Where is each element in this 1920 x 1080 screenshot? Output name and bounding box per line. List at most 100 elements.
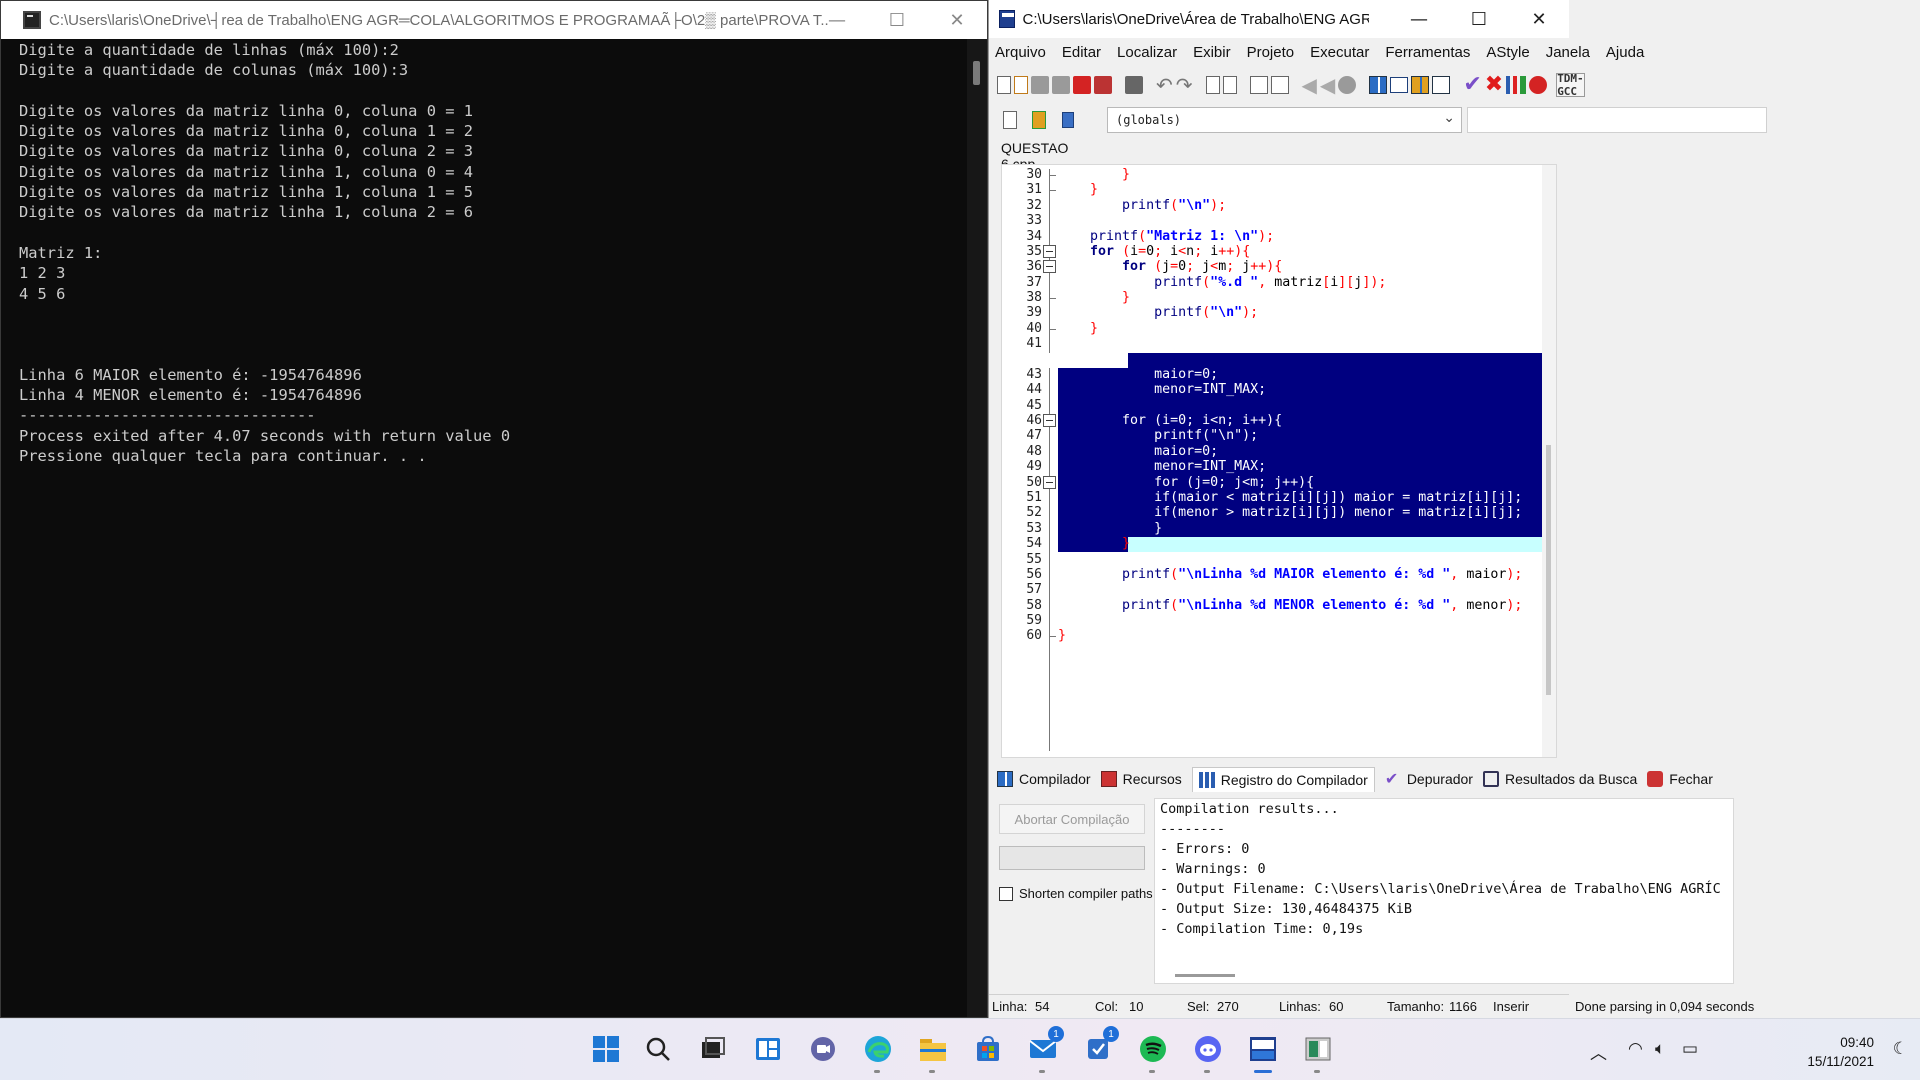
checkbox[interactable] bbox=[999, 886, 1013, 901]
save-all-icon[interactable] bbox=[1052, 72, 1070, 98]
log-scrollbar[interactable] bbox=[1175, 974, 1235, 977]
start-icon[interactable] bbox=[589, 1032, 623, 1066]
maximize-icon[interactable]: ☐ bbox=[1449, 0, 1509, 38]
abort-compilation-button[interactable]: Abortar Compilação bbox=[999, 804, 1145, 834]
fold-toggle-icon[interactable] bbox=[1043, 475, 1056, 489]
widgets-icon[interactable] bbox=[751, 1032, 785, 1066]
menu-ajuda[interactable]: Ajuda bbox=[1606, 44, 1654, 61]
console-titlebar[interactable]: C:\Users\laris\OneDrive\┤rea de Trabalho… bbox=[1, 1, 987, 39]
rebuild-icon[interactable] bbox=[1432, 72, 1451, 98]
menu-projeto[interactable]: Projeto bbox=[1247, 44, 1305, 61]
console-window[interactable]: C:\Users\laris\OneDrive\┤rea de Trabalho… bbox=[0, 0, 988, 1018]
fold-end-marker bbox=[1049, 190, 1056, 192]
console-taskbar-icon[interactable] bbox=[1301, 1032, 1335, 1073]
find-icon[interactable] bbox=[1205, 72, 1220, 98]
menu-localizar[interactable]: Localizar bbox=[1117, 44, 1187, 61]
minimize-icon[interactable]: — bbox=[1389, 0, 1449, 38]
run-icon[interactable] bbox=[1390, 72, 1409, 98]
tab-registro-compilador[interactable]: Registro do Compilador bbox=[1191, 766, 1375, 792]
clock[interactable]: 09:40 15/11/2021 bbox=[1807, 1033, 1874, 1071]
devcpp-taskbar-icon[interactable] bbox=[1246, 1032, 1280, 1073]
line-number: 40 bbox=[1026, 320, 1042, 336]
file-explorer-icon[interactable] bbox=[916, 1032, 950, 1073]
compiler-select[interactable]: TDM-GCC bbox=[1556, 72, 1585, 98]
code-area[interactable]: } } printf("\n"); printf("Matriz 1: \n")… bbox=[1002, 165, 1556, 757]
line-number: 46 bbox=[1026, 413, 1042, 429]
tab-depurador[interactable]: ✔ Depurador bbox=[1385, 771, 1473, 788]
code-editor[interactable]: 3031323334353637383940414243444546474849… bbox=[1001, 164, 1557, 758]
menu-astyle[interactable]: AStyle bbox=[1486, 44, 1539, 61]
devcpp-window[interactable]: C:\Users\laris\OneDrive\Área de Trabalho… bbox=[988, 0, 1920, 1018]
menu-ferramentas[interactable]: Ferramentas bbox=[1385, 44, 1480, 61]
compile-icon[interactable] bbox=[1369, 72, 1388, 98]
line-number: 36 bbox=[1026, 259, 1042, 275]
goto-icon[interactable] bbox=[1270, 72, 1289, 98]
notifications-icon[interactable]: ☾ bbox=[1893, 1039, 1908, 1059]
project-options-icon[interactable] bbox=[1055, 107, 1081, 133]
fold-toggle-icon[interactable] bbox=[1043, 244, 1056, 258]
wifi-icon[interactable]: ◠ bbox=[1628, 1039, 1643, 1059]
tab-recursos[interactable]: Recursos bbox=[1100, 771, 1182, 787]
replace-icon[interactable] bbox=[1222, 72, 1237, 98]
discord-icon[interactable] bbox=[1191, 1032, 1225, 1073]
check-syntax-icon[interactable]: ✔ bbox=[1463, 72, 1481, 98]
todo-icon[interactable]: 1 bbox=[1081, 1026, 1119, 1066]
add-to-project-icon[interactable] bbox=[1026, 107, 1052, 133]
save-icon[interactable] bbox=[1031, 72, 1049, 98]
scrollbar-thumb[interactable] bbox=[1546, 445, 1551, 695]
new-project-icon[interactable] bbox=[997, 107, 1023, 133]
spotify-icon[interactable] bbox=[1136, 1032, 1170, 1073]
search-icon[interactable] bbox=[641, 1032, 675, 1066]
fold-toggle-icon[interactable] bbox=[1043, 260, 1056, 274]
minimize-icon[interactable]: — bbox=[807, 1, 867, 39]
compile-run-icon[interactable] bbox=[1411, 72, 1430, 98]
chevron-up-icon[interactable]: ︿ bbox=[1590, 1039, 1607, 1064]
scope-select[interactable]: (globals) ⌄ bbox=[1107, 107, 1462, 133]
mail-icon[interactable]: 1 bbox=[1026, 1026, 1064, 1073]
menu-executar[interactable]: Executar bbox=[1310, 44, 1379, 61]
tab-fechar[interactable]: Fechar bbox=[1647, 771, 1713, 787]
compiler-log[interactable]: Compilation results... -------- - Errors… bbox=[1154, 798, 1734, 984]
menu-arquivo[interactable]: Arquivo bbox=[995, 44, 1056, 61]
new-file-icon[interactable] bbox=[997, 72, 1011, 98]
task-view-icon[interactable] bbox=[696, 1032, 730, 1066]
status-sel: 270 bbox=[1217, 999, 1239, 1014]
print-icon[interactable] bbox=[1125, 72, 1143, 98]
profile-icon[interactable] bbox=[1506, 72, 1527, 98]
tab-compilador[interactable]: Compilador bbox=[997, 771, 1091, 787]
devcpp-titlebar[interactable]: C:\Users\laris\OneDrive\Área de Trabalho… bbox=[989, 0, 1569, 38]
function-select[interactable] bbox=[1467, 107, 1767, 133]
open-file-icon[interactable] bbox=[1014, 72, 1028, 98]
volume-icon[interactable]: 🔈︎ bbox=[1655, 1039, 1665, 1059]
close-file-icon[interactable] bbox=[1073, 72, 1091, 98]
close-icon[interactable]: ✕ bbox=[1509, 0, 1569, 38]
tab-resultados-busca[interactable]: Resultados da Busca bbox=[1482, 771, 1637, 787]
redo-icon[interactable]: ↷ bbox=[1176, 72, 1193, 98]
fold-toggle-icon[interactable] bbox=[1043, 414, 1056, 428]
store-icon[interactable] bbox=[971, 1032, 1005, 1066]
shorten-paths-checkbox[interactable]: Shorten compiler paths bbox=[999, 886, 1153, 901]
menu-editar[interactable]: Editar bbox=[1062, 44, 1111, 61]
edge-icon[interactable] bbox=[861, 1032, 895, 1073]
tab-questao-6[interactable]: QUESTAO 6.cpp bbox=[989, 136, 1099, 172]
back-icon[interactable]: ◀ bbox=[1302, 72, 1317, 98]
forward-icon[interactable]: ◀ bbox=[1320, 72, 1335, 98]
console-scrollbar[interactable] bbox=[967, 39, 987, 1017]
status-bar: Linha: 54 Col: 10 Sel: 270 Linhas: 60 Ta… bbox=[989, 994, 1754, 1018]
teams-chat-icon[interactable] bbox=[806, 1032, 840, 1066]
indent-icon[interactable] bbox=[1249, 72, 1268, 98]
maximize-icon[interactable]: ☐ bbox=[867, 1, 927, 39]
close-icon[interactable]: ✕ bbox=[927, 1, 987, 39]
scrollbar-thumb[interactable] bbox=[973, 61, 980, 85]
undo-icon[interactable]: ↶ bbox=[1156, 72, 1173, 98]
stop-icon[interactable]: ✖ bbox=[1485, 72, 1503, 98]
bookmark-icon[interactable] bbox=[1338, 72, 1357, 98]
battery-icon[interactable]: ▭ bbox=[1682, 1039, 1698, 1059]
console-output[interactable]: Digite a quantidade de linhas (máx 100):… bbox=[19, 40, 961, 1018]
menu-janela[interactable]: Janela bbox=[1546, 44, 1600, 61]
close-all-icon[interactable] bbox=[1094, 72, 1112, 98]
line-number: 31 bbox=[1026, 182, 1042, 198]
menu-exibir[interactable]: Exibir bbox=[1193, 44, 1241, 61]
debug-icon[interactable] bbox=[1529, 72, 1548, 98]
editor-scrollbar[interactable] bbox=[1542, 165, 1556, 757]
